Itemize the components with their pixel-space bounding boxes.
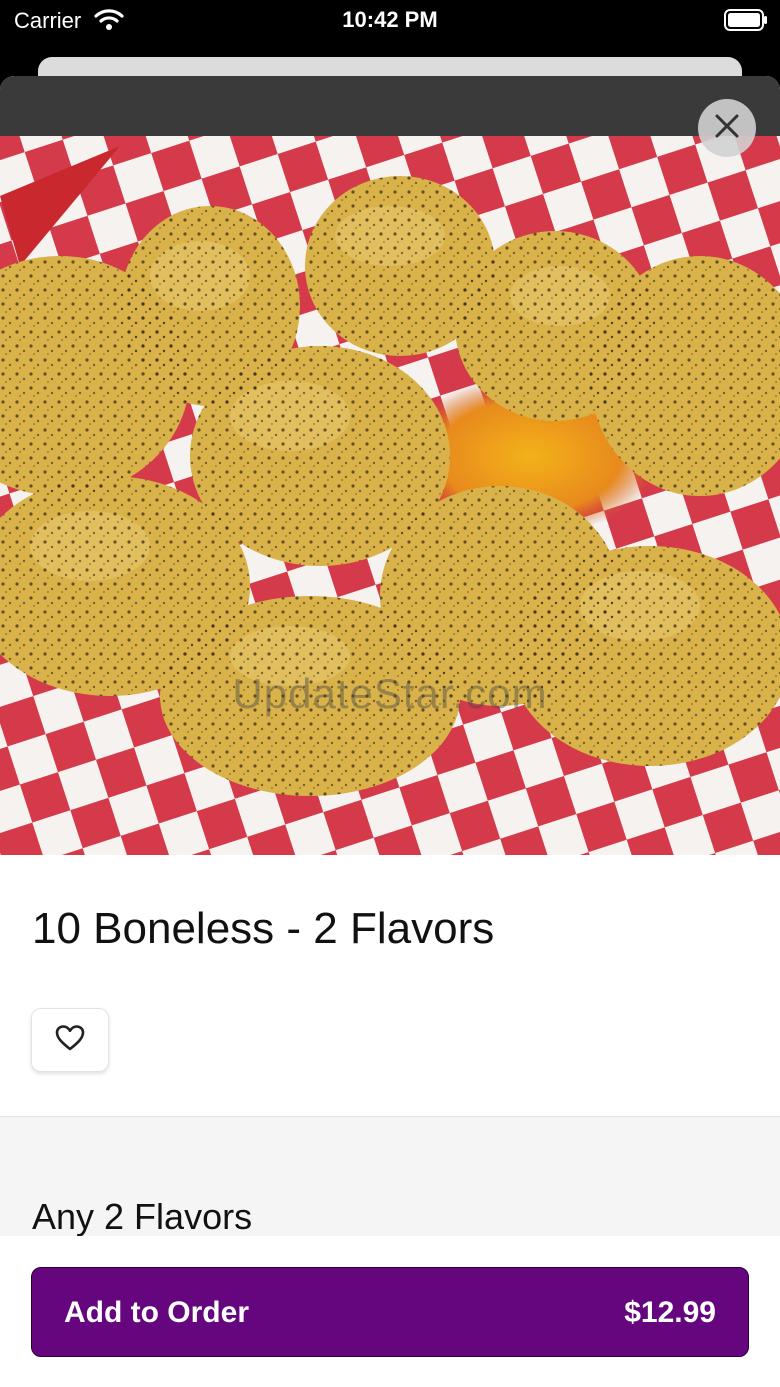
favorite-button[interactable]: [31, 1008, 109, 1072]
status-bar: Carrier 10:42 PM: [0, 0, 780, 56]
order-price: $12.99: [624, 1296, 716, 1329]
clock: 10:42 PM: [342, 7, 438, 32]
heart-icon: [55, 1024, 85, 1057]
order-bar: Add to Order $12.99: [0, 1236, 780, 1387]
add-to-order-button[interactable]: Add to Order $12.99: [31, 1267, 749, 1357]
add-to-order-label: Add to Order: [64, 1296, 249, 1329]
image-watermark: UpdateStar.com: [232, 670, 548, 717]
close-icon: [714, 113, 740, 144]
options-section-title: Any 2 Flavors: [32, 1196, 253, 1237]
item-detail-sheet: UpdateStar.com 10 Boneless - 2 Flavors A…: [0, 76, 780, 1387]
item-title: 10 Boneless - 2 Flavors: [32, 904, 495, 953]
battery-icon: [724, 9, 768, 36]
item-photo: UpdateStar.com: [0, 76, 780, 855]
close-button[interactable]: [698, 99, 756, 157]
